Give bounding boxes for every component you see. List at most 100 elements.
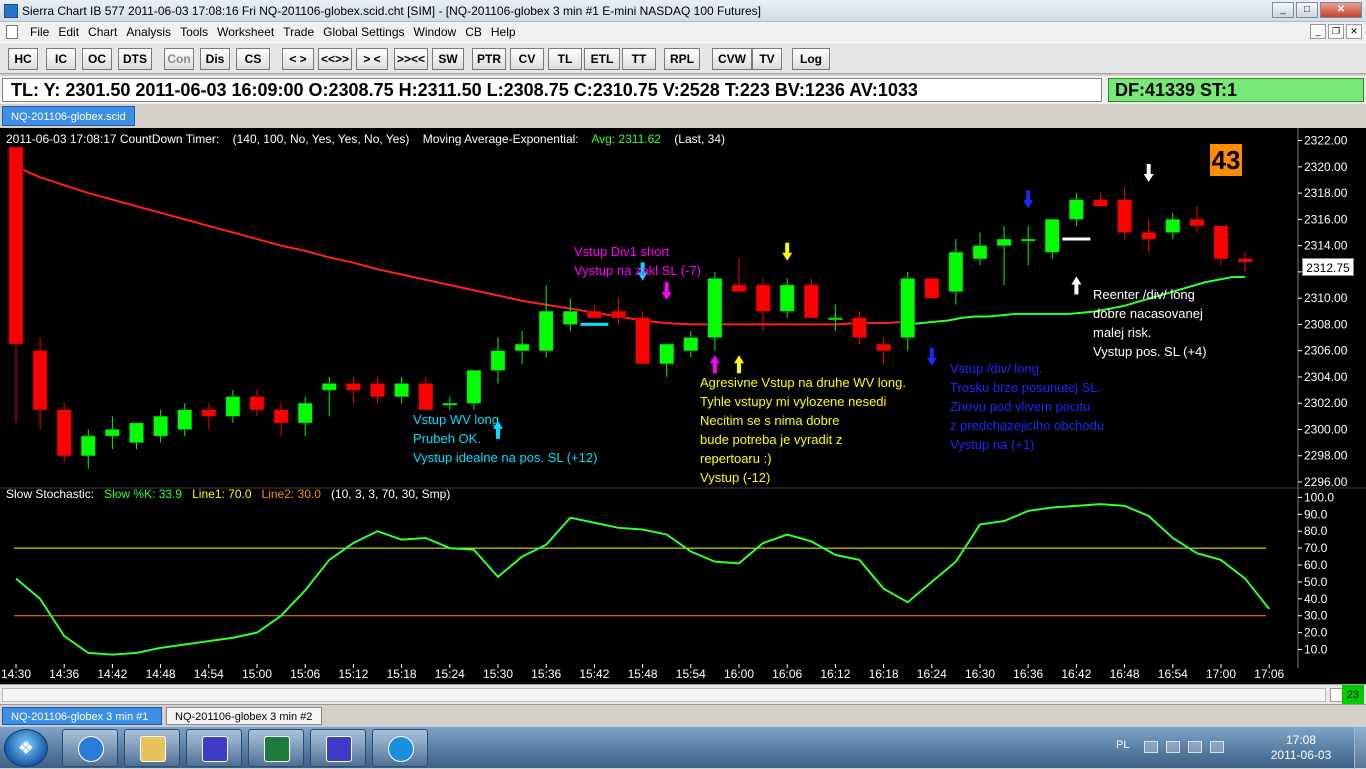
toolbar-button-18[interactable]: CVW	[712, 48, 752, 70]
mdi-close-button[interactable]: ✕	[1346, 24, 1362, 39]
toolbar-button-3[interactable]: DTS	[118, 48, 152, 70]
menu-global-settings[interactable]: Global Settings	[323, 22, 411, 42]
stoch-line2: Line2: 30.0	[261, 487, 321, 501]
network-icon[interactable]	[1188, 741, 1202, 753]
taskbar-internet-explorer-icon[interactable]	[372, 729, 428, 767]
price-tick-label: 2296.00	[1304, 475, 1348, 489]
time-tick-label: 16:18	[869, 667, 899, 681]
toolbar-button-5[interactable]: Dis	[200, 48, 230, 70]
menu-cb[interactable]: CB	[465, 22, 489, 42]
document-icon[interactable]	[6, 25, 18, 39]
toolbar: HC IC OC DTS Con Dis CS < > <<>> > < >><< SW PTR CV TL…	[0, 42, 1366, 74]
minimize-button[interactable]: _	[1272, 2, 1294, 18]
time-tick-label: 14:36	[49, 667, 79, 681]
annotation-line: Tyhle vstupy mi vylozene nesedi	[700, 394, 887, 409]
menu-window[interactable]: Window	[414, 22, 464, 42]
menu-trade[interactable]: Trade	[283, 22, 321, 42]
chart-tab-1[interactable]: NQ-201106-globex 3 min #1	[2, 707, 162, 725]
toolbar-button-15[interactable]: ETL	[584, 48, 620, 70]
price-chart-svg[interactable]: 2322.00 2320.00 2318.00 2316.00 2314.00 2312.…	[0, 128, 1366, 684]
keyboard-icon[interactable]	[1144, 741, 1158, 753]
maximize-button[interactable]: □	[1296, 2, 1318, 18]
taskbar-excel-icon[interactable]	[248, 729, 304, 767]
toolbar-button-1[interactable]: IC	[46, 48, 76, 70]
candle-body	[370, 383, 385, 397]
stoch-header: Slow Stochastic: Slow %K: 33.9 Line1: 70…	[6, 487, 450, 501]
candle-body	[948, 251, 964, 292]
toolbar-button-7[interactable]: < >	[282, 48, 314, 70]
taskbar-sierra-chart-icon[interactable]	[186, 729, 242, 767]
time-tick-label: 16:48	[1110, 667, 1140, 681]
annotation-line: Vystup pos. SL (+4)	[1093, 344, 1207, 359]
close-button[interactable]: ✕	[1320, 2, 1362, 18]
action-center-flag-icon[interactable]	[1166, 741, 1180, 753]
taskbar-ie-globe-icon[interactable]	[62, 729, 118, 767]
toolbar-button-17[interactable]: RPL	[664, 48, 700, 70]
clock[interactable]: 17:08 2011-06-03	[1256, 733, 1346, 763]
ma-label: Moving Average-Exponential:	[422, 132, 579, 146]
time-tick-label: 16:06	[772, 667, 802, 681]
time-tick-label: 17:06	[1254, 667, 1284, 681]
toolbar-button-9[interactable]: > <	[356, 48, 388, 70]
candle-body	[1117, 199, 1132, 233]
annotation-line: Reenter /div/ long	[1093, 287, 1195, 302]
bar-count-badge: 23	[1342, 685, 1364, 705]
candle-body	[153, 416, 168, 437]
toolbar-button-0[interactable]: HC	[8, 48, 38, 70]
time-tick-label: 16:30	[965, 667, 995, 681]
excel-icon	[264, 736, 290, 762]
chart-area[interactable]: 2322.00 2320.00 2318.00 2316.00 2314.00 2312.…	[0, 128, 1366, 684]
toolbar-button-6[interactable]: CS	[236, 48, 270, 70]
candle-body	[418, 383, 433, 411]
toolbar-button-2[interactable]: OC	[82, 48, 112, 70]
annotation-line: Vstup /div/ long.	[950, 361, 1043, 376]
horizontal-scrollbar[interactable]	[2, 688, 1326, 702]
price-tick-label: 2316.00	[1304, 212, 1348, 226]
chart-tab-2[interactable]: NQ-201106-globex 3 min #2	[166, 707, 322, 725]
candle-body	[1093, 199, 1108, 207]
annotation-line: Vystup (-12)	[700, 470, 771, 485]
toolbar-button-16[interactable]: TT	[622, 48, 656, 70]
toolbar-button-10[interactable]: >><<	[394, 48, 428, 70]
toolbar-button-8[interactable]: <<>>	[318, 48, 352, 70]
show-desktop-button[interactable]	[1354, 727, 1366, 769]
toolbar-button-13[interactable]: CV	[510, 48, 544, 70]
taskbar-explorer-folder-icon[interactable]	[124, 729, 180, 767]
toolbar-button-4[interactable]: Con	[164, 48, 194, 70]
annotation-line: Prubeh OK.	[413, 431, 481, 446]
menu-analysis[interactable]: Analysis	[126, 22, 178, 42]
mdi-restore-button[interactable]: ❐	[1328, 24, 1344, 39]
menu-file[interactable]: File	[30, 22, 56, 42]
toolbar-button-11[interactable]: SW	[432, 48, 464, 70]
candle-body	[442, 402, 458, 406]
candle-body	[779, 284, 795, 312]
annotation-line: repertoaru :)	[700, 451, 772, 466]
stoch-tick-label: 20.0	[1304, 626, 1328, 640]
toolbar-button-14[interactable]: TL	[548, 48, 582, 70]
menu-tools[interactable]: Tools	[180, 22, 215, 42]
start-button[interactable]: ❖	[4, 729, 48, 767]
candle-body	[105, 429, 120, 437]
language-indicator[interactable]: PL	[1116, 739, 1129, 751]
battery-icon[interactable]	[1210, 741, 1224, 753]
toolbar-button-19[interactable]: TV	[752, 48, 782, 70]
toolbar-button-12[interactable]: PTR	[472, 48, 506, 70]
menu-edit[interactable]: Edit	[58, 22, 86, 42]
toolbar-button-20[interactable]: Log	[792, 48, 830, 70]
taskbar-sierra-chart-2-icon[interactable]	[310, 729, 366, 767]
price-tick-label: 2320.00	[1304, 160, 1348, 174]
menu-help[interactable]: Help	[491, 22, 523, 42]
annotation-line: Trosku brzo posunutej SL.	[950, 380, 1102, 395]
mdi-minimize-button[interactable]: _	[1310, 24, 1326, 39]
tab-scid[interactable]: NQ-201106-globex.scid	[2, 106, 135, 126]
candle-body	[755, 284, 771, 312]
menu-chart[interactable]: Chart	[88, 22, 124, 42]
menu-worksheet[interactable]: Worksheet	[217, 22, 281, 42]
chart-header: 2011-06-03 17:08:17 CountDown Timer: (14…	[6, 132, 725, 146]
candle-body	[563, 311, 578, 325]
candle-body	[514, 343, 530, 351]
bar-info-line: TL: Y: 2301.50 2011-06-03 16:09:00 O:230…	[2, 78, 1102, 102]
down-arrow-head	[926, 357, 937, 366]
annotation-reenter: Reenter /div/ long dobre nacasovanej malej…	[1093, 285, 1207, 361]
candle-body	[81, 435, 96, 456]
